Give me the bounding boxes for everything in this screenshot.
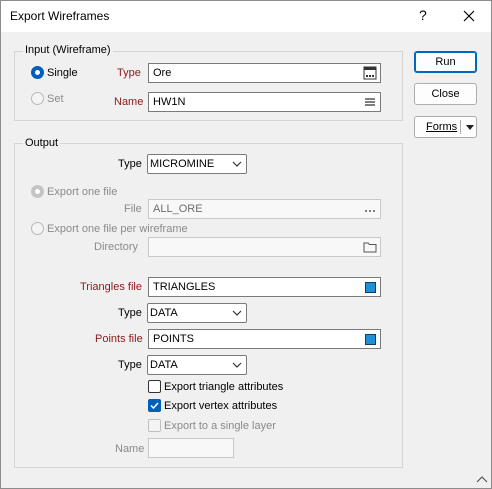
chevron-up-icon[interactable]	[476, 475, 488, 483]
help-button[interactable]: ?	[419, 7, 427, 23]
points-file-field[interactable]: POINTS	[148, 329, 381, 349]
points-type-label: Type	[118, 359, 142, 371]
points-type-value: DATA	[150, 359, 178, 371]
input-type-value: Ore	[153, 67, 172, 79]
list-icon[interactable]	[362, 94, 378, 110]
export-one-file-label: Export one file	[47, 186, 118, 198]
triangles-type-combo[interactable]: DATA	[147, 303, 247, 323]
run-button[interactable]: Run	[414, 51, 477, 73]
set-label: Set	[47, 93, 64, 105]
single-radio[interactable]	[31, 66, 44, 79]
caret-down-icon[interactable]	[466, 125, 474, 130]
forms-button-label: Forms	[426, 121, 458, 133]
checkmark-icon	[150, 402, 159, 410]
output-type-label: Type	[118, 158, 142, 170]
color-swatch-icon[interactable]	[365, 282, 376, 293]
export-wireframes-dialog: Export Wireframes ? Input (Wireframe) Si…	[0, 0, 492, 489]
input-type-field[interactable]: Ore	[148, 63, 381, 83]
title-bar: Export Wireframes ?	[1, 1, 491, 32]
file-value: ALL_ORE	[153, 203, 203, 215]
window-title: Export Wireframes	[10, 9, 110, 23]
export-per-wireframe-radio[interactable]	[31, 222, 44, 235]
export-one-file-radio[interactable]	[31, 185, 44, 198]
input-group-title: Input (Wireframe)	[23, 44, 113, 56]
triangles-file-field[interactable]: TRIANGLES	[148, 277, 381, 297]
input-name-label: Name	[114, 96, 144, 108]
file-field[interactable]: ALL_ORE	[148, 199, 381, 219]
points-type-combo[interactable]: DATA	[147, 355, 247, 375]
export-triangle-attributes-checkbox[interactable]	[148, 380, 161, 393]
triangles-type-value: DATA	[150, 307, 178, 319]
output-type-value: MICROMINE	[150, 158, 215, 170]
close-button[interactable]: Close	[414, 83, 477, 105]
layer-name-label: Name	[115, 443, 145, 455]
layer-name-field[interactable]	[148, 438, 234, 458]
single-label: Single	[47, 67, 78, 79]
points-file-label: Points file	[95, 333, 143, 345]
color-swatch-icon[interactable]	[365, 334, 376, 345]
input-type-label: Type	[117, 67, 141, 79]
export-single-layer-checkbox[interactable]	[148, 419, 161, 432]
set-radio[interactable]	[31, 92, 44, 105]
export-vertex-attributes-checkbox[interactable]	[148, 399, 161, 412]
close-icon	[463, 10, 475, 22]
triangles-file-label: Triangles file	[80, 281, 142, 293]
triangles-file-value: TRIANGLES	[153, 281, 216, 293]
export-single-layer-label: Export to a single layer	[164, 420, 276, 432]
triangles-type-label: Type	[118, 307, 142, 319]
forms-separator	[460, 120, 461, 134]
points-file-value: POINTS	[153, 333, 194, 345]
directory-label: Directory	[94, 241, 139, 253]
ellipsis-icon[interactable]	[362, 201, 378, 217]
input-name-value: HW1N	[153, 96, 186, 108]
output-type-combo[interactable]: MICROMINE	[147, 154, 247, 174]
export-triangle-attributes-label: Export triangle attributes	[164, 381, 284, 393]
output-group-title: Output	[23, 137, 61, 149]
ellipsis-box-icon[interactable]	[362, 65, 378, 81]
close-window-button[interactable]	[456, 3, 482, 29]
chevron-down-icon	[232, 161, 242, 167]
forms-button[interactable]: Forms	[414, 116, 477, 138]
folder-icon[interactable]	[362, 239, 378, 255]
export-vertex-attributes-label: Export vertex attributes	[164, 400, 278, 412]
export-per-wireframe-label: Export one file per wireframe	[47, 223, 188, 235]
directory-field[interactable]	[148, 237, 381, 257]
file-label: File	[124, 203, 142, 215]
chevron-down-icon	[232, 362, 242, 368]
chevron-down-icon	[232, 310, 242, 316]
input-name-field[interactable]: HW1N	[148, 92, 381, 112]
